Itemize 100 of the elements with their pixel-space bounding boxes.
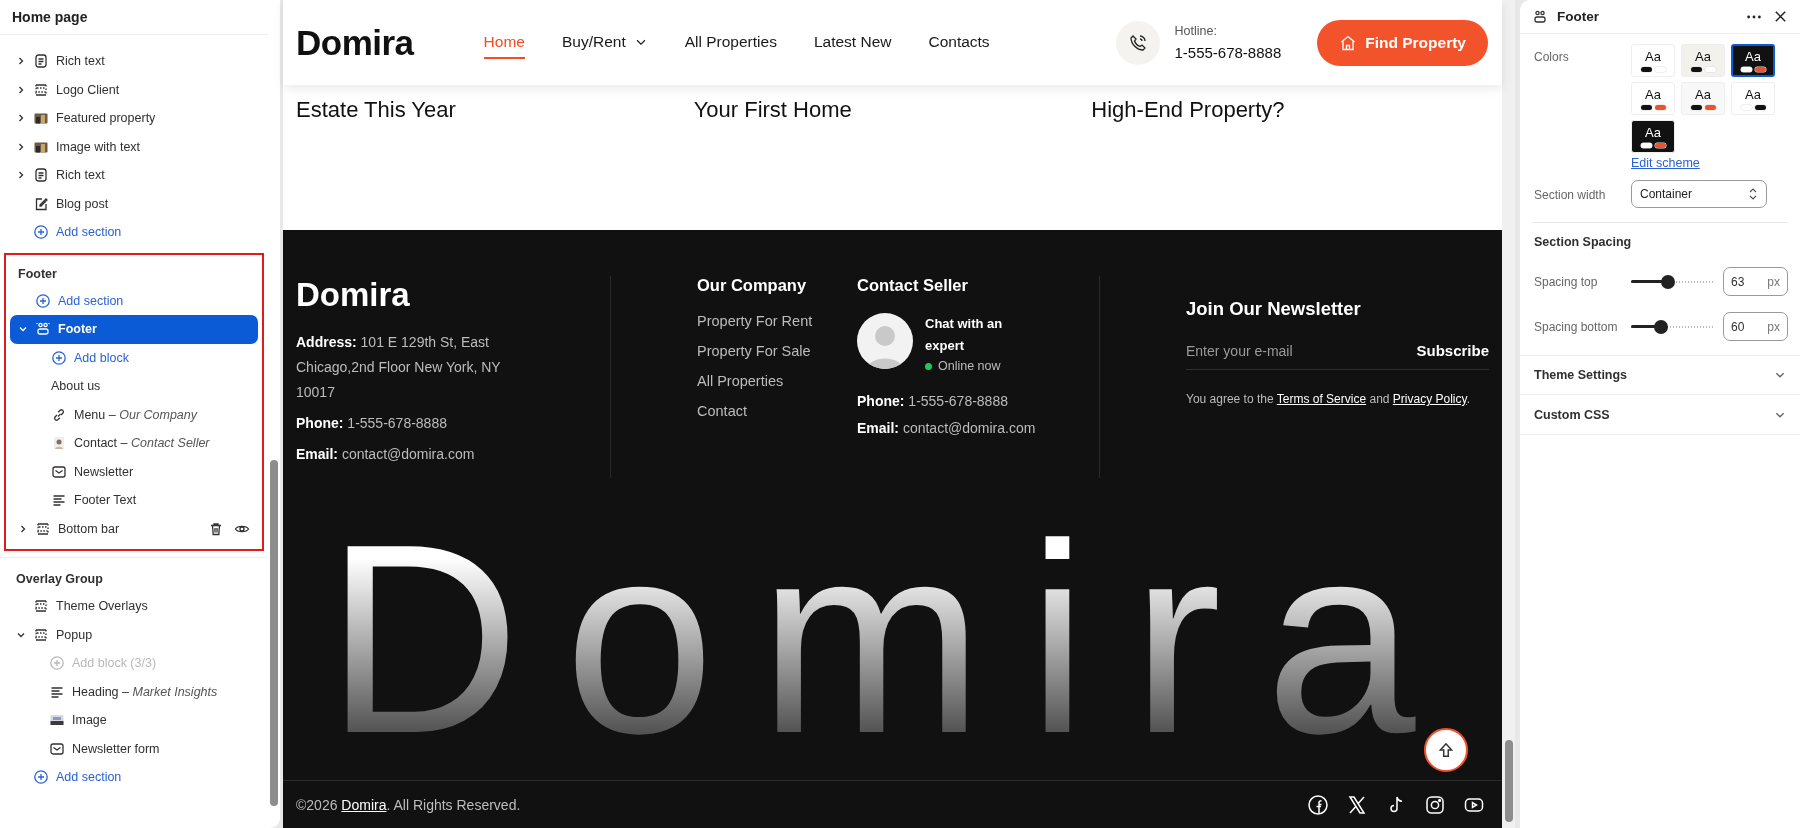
section-icon [33, 598, 49, 615]
policy-link[interactable]: Privacy Policy [1392, 392, 1467, 406]
panel-title: Home page [0, 0, 268, 35]
house-icon [1339, 33, 1358, 52]
collapsible-header[interactable]: Theme Settings [1520, 355, 1800, 395]
add-link[interactable]: Add section [10, 286, 258, 315]
text-block-icon [33, 167, 49, 184]
nav-link[interactable]: All Properties [684, 26, 777, 59]
number-field[interactable]: 60 px [1723, 312, 1788, 341]
hotline-number: 1-555-678-8888 [1174, 44, 1282, 61]
x-logo-icon[interactable] [1346, 793, 1368, 816]
tree-item[interactable]: Newsletter form [8, 734, 260, 763]
scrollbar-thumb[interactable] [1504, 740, 1513, 822]
footer-link[interactable]: All Properties [697, 373, 837, 389]
column-heading: Contact Seller [857, 276, 969, 295]
chevron-icon[interactable] [16, 113, 26, 124]
up-arrow-icon [1437, 741, 1455, 759]
tree-item[interactable]: Newsletter [10, 457, 258, 486]
field-label: Colors [1534, 49, 1570, 64]
tree-item[interactable]: Theme Overlays [8, 592, 260, 621]
add-link[interactable]: Add section [8, 763, 260, 792]
color-scheme-swatch[interactable]: Aa [1631, 120, 1675, 153]
blog-title[interactable]: High-End Property? [1091, 97, 1489, 230]
more-options-button[interactable] [1747, 14, 1761, 19]
footer-logo[interactable]: Domira [296, 276, 610, 314]
tree-item[interactable]: Bottom bar [10, 514, 258, 543]
policy-link[interactable]: Terms of Service [1276, 392, 1367, 406]
add-circle-icon [49, 655, 65, 672]
tree-item[interactable]: Popup [8, 620, 260, 649]
color-scheme-swatch[interactable]: Aa [1681, 82, 1725, 115]
color-scheme-swatch[interactable]: Aa [1631, 82, 1675, 115]
tree-item[interactable]: Logo Client [8, 75, 260, 104]
color-scheme-swatch[interactable]: Aa [1731, 44, 1775, 77]
nav-link[interactable]: Home [483, 26, 525, 59]
subscribe-button[interactable]: Subscribe [1416, 342, 1489, 359]
chevron-icon[interactable] [16, 56, 26, 67]
email-field[interactable]: Enter your e-mail [1186, 342, 1417, 359]
color-scheme-swatch[interactable]: Aa [1631, 44, 1675, 77]
spacing-slider[interactable] [1631, 274, 1713, 289]
section-width-select[interactable]: Container [1631, 180, 1767, 208]
hotline-label: Hotline: [1174, 24, 1218, 38]
text-block-icon [33, 53, 49, 70]
back-to-top-button[interactable] [1424, 728, 1468, 772]
tree-item[interactable]: Footer Text [10, 486, 258, 515]
updown-caret-icon [1748, 187, 1758, 201]
tree-item[interactable]: Image [8, 706, 260, 735]
number-field[interactable]: 63 px [1723, 267, 1788, 296]
nav-link[interactable]: Contacts [928, 26, 990, 59]
slider-thumb[interactable] [1653, 319, 1668, 334]
tree-item[interactable]: Blog post [8, 189, 260, 218]
section-icon [33, 626, 49, 643]
tree-item[interactable]: Rich text [8, 47, 260, 76]
link-icon [51, 406, 67, 423]
tree-item[interactable]: Featured property [8, 104, 260, 133]
column-heading: Our Company [697, 276, 808, 295]
spacing-slider[interactable] [1631, 319, 1713, 334]
footer-link[interactable]: Property For Sale [697, 343, 837, 359]
avatar-circle [857, 313, 913, 369]
chevron-icon[interactable] [16, 170, 26, 181]
people-icon [1532, 8, 1548, 25]
contact-info: Email: contact@domira.com [857, 419, 1037, 438]
chevron-icon[interactable] [16, 84, 26, 95]
blog-title[interactable]: Your First Home [693, 97, 1092, 230]
group-title: Overlay Group [15, 571, 104, 588]
tree-item[interactable]: Image with text [8, 132, 260, 161]
blog-title[interactable]: Estate This Year [296, 97, 694, 230]
copyright-text: ©2026 Domira. All Rights Reserved. [296, 796, 521, 813]
contact-info: Phone: 1-555-678-8888 [296, 414, 448, 433]
tree-item[interactable]: Heading – Market Insights [8, 677, 260, 706]
color-scheme-swatch[interactable]: Aa [1731, 82, 1775, 115]
chevron-icon[interactable] [16, 141, 26, 152]
nav-link[interactable]: Buy/Rent [561, 26, 648, 59]
add-circle-icon [51, 349, 67, 366]
text-lines-icon [51, 492, 67, 509]
edit-scheme-link[interactable]: Edit scheme [1631, 156, 1700, 170]
tree-item[interactable]: Menu – Our Company [10, 400, 258, 429]
add-link[interactable]: Add section [8, 218, 260, 247]
scrollbar-thumb[interactable] [270, 459, 278, 807]
contact-info: Address: 101 E 129th St, East Chicago,2nd Floor New York, NY 10017 [296, 333, 502, 402]
add-link[interactable]: Add block [10, 343, 258, 372]
instagram-icon[interactable] [1424, 793, 1446, 816]
section-icon [35, 520, 51, 537]
group-title: Footer [17, 265, 58, 283]
facebook-icon[interactable] [1307, 793, 1329, 816]
tree-item[interactable]: Footer [10, 315, 258, 344]
footer-link[interactable]: Contact [697, 403, 837, 419]
chevron-icon[interactable] [18, 523, 28, 534]
contact-info: Email: contact@domira.com [296, 445, 476, 464]
nav-link[interactable]: Latest New [813, 26, 892, 59]
field-label: Spacing top [1534, 274, 1599, 289]
site-logo[interactable]: Domira [296, 22, 414, 63]
tree-item[interactable]: About us [10, 372, 258, 401]
tree-item[interactable]: Rich text [8, 161, 260, 190]
slider-thumb[interactable] [1660, 274, 1675, 289]
color-scheme-swatch[interactable]: Aa [1681, 44, 1725, 77]
collapsible-header[interactable]: Custom CSS [1520, 395, 1800, 435]
tree-item[interactable]: Contact – Contact Seller [10, 429, 258, 458]
footer-link[interactable]: Property For Rent [697, 313, 837, 329]
people-icon [35, 321, 51, 338]
close-button[interactable] [1773, 9, 1788, 24]
